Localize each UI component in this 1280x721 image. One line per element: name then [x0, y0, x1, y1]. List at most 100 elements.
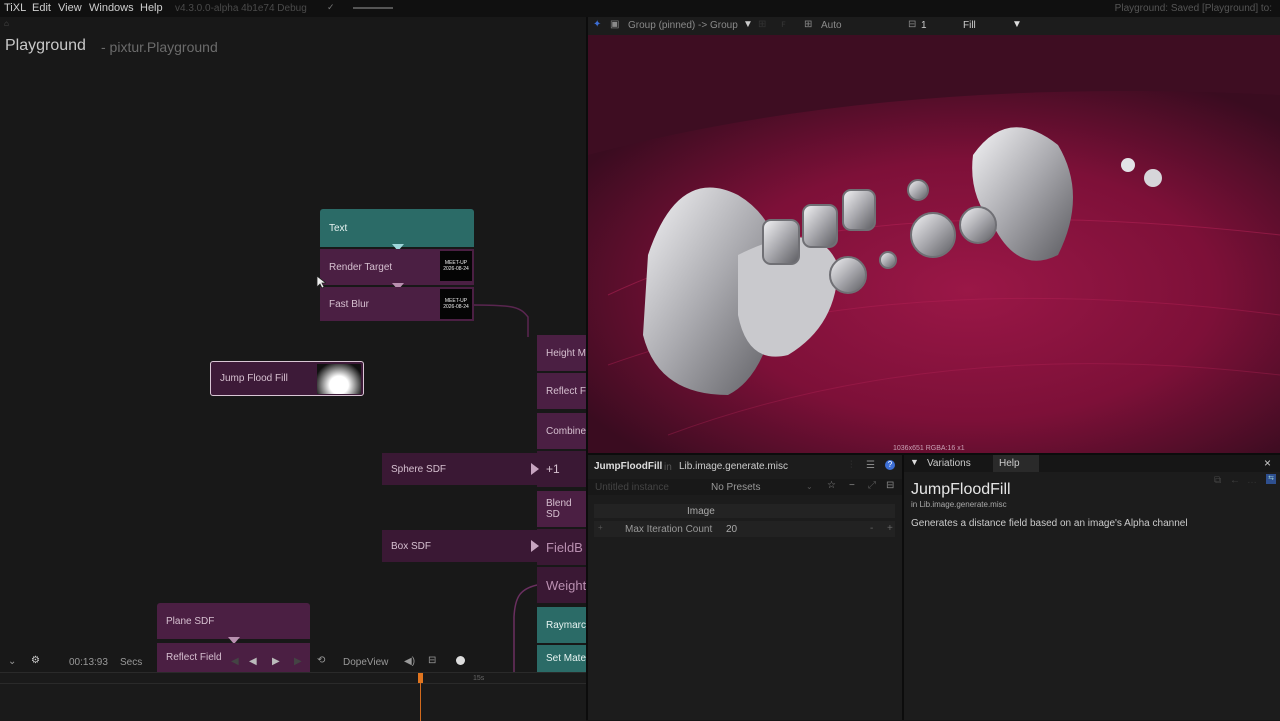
minus-icon[interactable]: −: [849, 480, 855, 491]
node-thumbnail: MEET-UP 2026-08-24: [440, 251, 472, 281]
in-label: in: [664, 462, 672, 473]
dope-view-toggle[interactable]: DopeView: [343, 657, 388, 668]
frame-icon[interactable]: ꜰ: [781, 19, 786, 30]
version-label: v4.3.0.0-alpha 4b1e74 Debug: [175, 3, 307, 14]
image-input-label: Image: [687, 506, 715, 517]
grid-icon[interactable]: ⊞: [804, 19, 812, 30]
link-icon[interactable]: ⤢: [868, 480, 876, 491]
play-forward-icon[interactable]: ▶: [272, 656, 280, 667]
dots-icon[interactable]: …: [1247, 475, 1257, 486]
presets-dropdown[interactable]: No Presets: [711, 482, 760, 493]
node-height-map[interactable]: Height M: [537, 335, 586, 371]
time-unit[interactable]: Secs: [120, 657, 142, 668]
tab-help[interactable]: Help: [999, 458, 1020, 469]
pin-icon[interactable]: ⫶: [850, 460, 853, 471]
tab-variations[interactable]: Variations: [927, 458, 971, 469]
plus-icon[interactable]: +: [887, 523, 893, 534]
timeline-marker: 15s: [473, 675, 485, 682]
pinned-operator-dropdown[interactable]: Group (pinned) -> Group: [628, 20, 738, 31]
timeline[interactable]: 15s: [0, 672, 586, 721]
parameter-panel: JumpFloodFill in Lib.image.generate.misc…: [588, 455, 902, 720]
audio-icon[interactable]: ◀): [404, 656, 415, 667]
chevron-down-icon[interactable]: ▼: [910, 457, 919, 467]
node-render-target[interactable]: Render Target MEET-UP 2026-08-24: [320, 249, 474, 285]
resolution-label: 1036x651 RGBA:16 x1: [893, 445, 965, 452]
chevron-down-icon[interactable]: ⌄: [8, 656, 16, 667]
menu-windows[interactable]: Windows: [89, 2, 134, 14]
input-row: [594, 504, 895, 518]
node-fast-blur[interactable]: Fast Blur MEET-UP 2026-08-24: [320, 287, 474, 321]
node-reflect[interactable]: Reflect F: [537, 373, 586, 409]
param-label: Max Iteration Count: [625, 524, 713, 535]
operator-namespace: Lib.image.generate.misc: [679, 461, 788, 472]
max-iteration-field[interactable]: 20: [726, 524, 737, 535]
menu-bar: TiXL Edit View Windows Help v4.3.0.0-alp…: [0, 0, 1280, 17]
fill-mode-dropdown[interactable]: Fill: [963, 20, 976, 31]
graph-canvas[interactable]: ⌂ Playground - pixtur.Playground Text Re…: [0, 17, 586, 672]
arrow-left-icon[interactable]: ←: [1230, 475, 1240, 486]
record-icon[interactable]: [456, 656, 465, 665]
node-plus-one[interactable]: +1: [537, 451, 586, 487]
menu-view[interactable]: View: [58, 2, 82, 14]
node-raymarch[interactable]: Raymarc: [537, 607, 586, 643]
node-reflect-label: Reflect F: [546, 385, 586, 397]
node-blend-sdf[interactable]: Blend SD: [537, 491, 586, 527]
time-display[interactable]: 00:13:93: [69, 657, 108, 668]
chevron-down-icon[interactable]: ▼: [743, 19, 753, 30]
chevron-down-icon[interactable]: ▼: [1012, 19, 1022, 30]
gear-icon[interactable]: ⚙: [31, 655, 40, 666]
loop-icon[interactable]: ⟲: [317, 655, 325, 666]
help-panel: ▼ Variations Help × ⧉ ← … ⇆ JumpFloodFil…: [904, 455, 1280, 720]
playhead-handle[interactable]: [418, 673, 423, 683]
plus-icon[interactable]: +: [598, 523, 603, 532]
node-render-target-label: Render Target: [329, 261, 393, 273]
node-text[interactable]: Text: [320, 209, 474, 247]
app-menu[interactable]: TiXL: [4, 2, 26, 14]
viewer-panel-icon[interactable]: ▣: [610, 19, 619, 30]
chevron-down-icon[interactable]: ⌄: [806, 482, 813, 491]
jump-start-icon[interactable]: ◀: [231, 656, 239, 667]
operator-name: JumpFloodFill: [594, 461, 663, 472]
keyframe-icon[interactable]: ⊟: [428, 655, 436, 666]
node-plane-sdf[interactable]: Plane SDF: [157, 603, 310, 639]
layers-icon[interactable]: ⊟: [908, 19, 916, 30]
node-weight[interactable]: Weight: [537, 567, 586, 603]
node-field-b[interactable]: FieldB: [537, 529, 586, 565]
node-text-label: Text: [329, 222, 348, 234]
node-blend-sdf-label: Blend SD: [546, 498, 572, 520]
close-icon[interactable]: ×: [1264, 456, 1271, 470]
node-raymarch-label: Raymarc: [546, 619, 586, 631]
camera-icon[interactable]: ⊞: [758, 19, 766, 30]
instance-count[interactable]: 1: [921, 20, 927, 31]
render-viewport[interactable]: 1036x651 RGBA:16 x1: [588, 35, 1280, 453]
help-icon[interactable]: ?: [885, 460, 895, 470]
node-combine[interactable]: Combine: [537, 413, 586, 449]
sync-icon[interactable]: ⇆: [1266, 474, 1276, 484]
node-sphere-sdf-label: Sphere SDF: [391, 463, 447, 475]
viewer-toolbar: ✦ ▣ Group (pinned) -> Group ▼ ⊞ ꜰ ⊞ Auto…: [588, 17, 1280, 35]
play-backward-icon[interactable]: ◀: [249, 656, 257, 667]
menu-help[interactable]: Help: [140, 2, 163, 14]
node-plus-one-label: +1: [546, 462, 560, 476]
output-play-icon: [531, 463, 539, 475]
jump-end-icon[interactable]: ▶: [294, 656, 302, 667]
node-box-sdf[interactable]: Box SDF: [382, 530, 537, 562]
star-icon[interactable]: ☆: [827, 480, 836, 491]
node-weight-label: Weight: [546, 577, 586, 593]
pin-icon[interactable]: ✦: [593, 19, 601, 30]
node-jump-flood-fill[interactable]: Jump Flood Fill: [210, 361, 364, 396]
node-sphere-sdf[interactable]: Sphere SDF: [382, 453, 537, 485]
render-output: 1036x651 RGBA:16 x1: [588, 35, 1280, 453]
camera-mode[interactable]: Auto: [821, 20, 842, 31]
grid-icon[interactable]: ⊟: [886, 480, 894, 491]
node-jump-flood-fill-label: Jump Flood Fill: [220, 373, 288, 384]
help-description: Generates a distance field based on an i…: [911, 518, 1188, 529]
minus-icon[interactable]: -: [870, 523, 873, 534]
output-play-icon: [531, 540, 539, 552]
menu-edit[interactable]: Edit: [32, 2, 51, 14]
window-icon[interactable]: ⧉: [1214, 475, 1221, 486]
node-combine-label: Combine: [546, 425, 586, 437]
instance-name-input[interactable]: Untitled instance: [595, 482, 669, 493]
save-status: Playground: Saved [Playground] to:: [1114, 3, 1272, 14]
list-icon[interactable]: ☰: [866, 460, 875, 471]
